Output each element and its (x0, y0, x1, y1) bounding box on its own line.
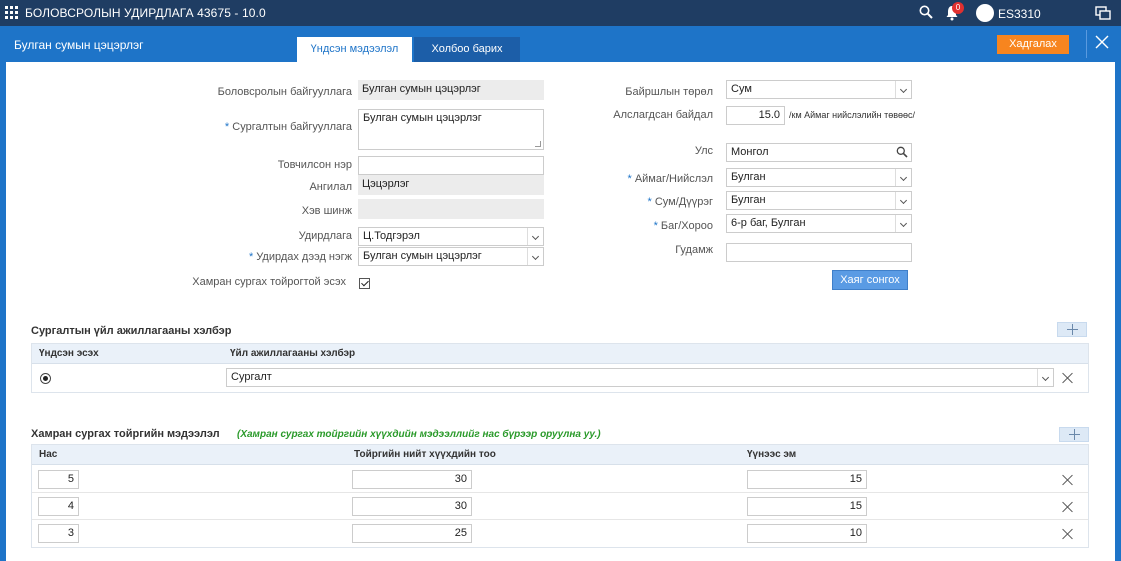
page-header: Булган сумын цэцэрлэг Үндсэн мэдээлэл Хо… (0, 26, 1121, 62)
district-grid: Нас Тойргийн нийт хүүхдийн тоо Үүнээс эм… (31, 444, 1089, 548)
remove-row-icon[interactable] (1062, 372, 1074, 384)
remove-row-icon[interactable] (1062, 501, 1074, 513)
remove-row-icon[interactable] (1062, 474, 1074, 486)
col-total: Тойргийн нийт хүүхдийн тоо (354, 449, 496, 460)
short-name-input[interactable] (358, 156, 544, 175)
top-bar: БОЛОВСРОЛЫН УДИРДЛАГА 43675 - 10.0 0 ES3… (0, 0, 1121, 26)
save-button[interactable]: Хадгалах (997, 35, 1069, 54)
page-title: Булган сумын цэцэрлэг (14, 38, 144, 52)
notification-badge: 0 (952, 2, 964, 14)
chevron-down-icon[interactable] (895, 192, 911, 209)
activity-grid: Үндсэн эсэх Үйл ажиллагааны хэлбэр Сурга… (31, 343, 1089, 393)
khoroo-label: * Баг/Хороо (653, 220, 713, 232)
chevron-down-icon[interactable] (895, 81, 911, 98)
table-row: Сургалт (32, 365, 1088, 392)
resize-handle[interactable] (535, 141, 541, 147)
chevron-down-icon[interactable] (895, 169, 911, 186)
main-radio[interactable] (40, 373, 51, 384)
district-section-title: Хамран сургах тойргийн мэдээлэл (31, 428, 220, 440)
age-input[interactable]: 4 (38, 497, 79, 516)
street-label: Гудамж (675, 244, 713, 256)
col-age: Нас (39, 449, 58, 460)
close-icon[interactable] (1094, 34, 1110, 50)
director-select[interactable]: Ц.Тодгэрэл (358, 227, 544, 246)
country-input[interactable]: Монгол (726, 143, 912, 162)
ownership-field (358, 199, 544, 219)
khoroo-select[interactable]: 6-р баг, Булган (726, 214, 912, 233)
search-icon[interactable] (896, 146, 908, 158)
tab-contact[interactable]: Холбоо барих (414, 37, 520, 62)
female-input[interactable]: 15 (747, 470, 867, 489)
chevron-down-icon[interactable] (527, 248, 543, 265)
grid-header: Үндсэн эсэх Үйл ажиллагааны хэлбэр (32, 344, 1088, 364)
activity-section-title: Сургалтын үйл ажиллагааны хэлбэр (31, 325, 232, 337)
group-label: Хамран сургах тойрогтой эсэх (192, 276, 346, 288)
org-field: Булган сумын цэцэрлэг (358, 80, 544, 100)
chevron-down-icon[interactable] (527, 228, 543, 245)
col-form: Үйл ажиллагааны хэлбэр (230, 348, 356, 359)
parent-unit-label: * Удирдах дээд нэгж (248, 251, 352, 263)
province-select[interactable]: Булган (726, 168, 912, 187)
category-label: Ангилал (309, 181, 352, 193)
table-row: 5 30 15 (32, 466, 1088, 493)
add-district-button[interactable] (1059, 427, 1089, 442)
district-label: * Сум/Дүүрэг (647, 196, 713, 208)
org-label: Боловсролын байгууллага (217, 86, 352, 98)
total-input[interactable]: 30 (352, 470, 472, 489)
choose-address-button[interactable]: Хаяг сонгох (832, 270, 908, 290)
chevron-down-icon[interactable] (895, 215, 911, 232)
parent-unit-select[interactable]: Булган сумын цэцэрлэг (358, 247, 544, 266)
distance-unit: /км Аймаг нийслэлийн төвөөс/ (789, 110, 915, 120)
table-row: 4 30 15 (32, 493, 1088, 520)
school-label: * Сургалтын байгууллага (224, 121, 352, 133)
user-avatar-icon[interactable] (976, 4, 994, 22)
total-input[interactable]: 25 (352, 524, 472, 543)
province-label: * Аймаг/Нийслэл (627, 173, 713, 185)
tab-main-info[interactable]: Үндсэн мэдээлэл (297, 37, 412, 62)
loc-type-label: Байршлын төрөл (625, 86, 713, 98)
activity-form-select[interactable]: Сургалт (226, 368, 1054, 387)
table-row: 3 25 10 (32, 520, 1088, 547)
category-field: Цэцэрлэг (358, 175, 544, 195)
apps-grid-icon[interactable] (5, 6, 19, 20)
age-input[interactable]: 3 (38, 524, 79, 543)
short-name-label: Товчилсон нэр (277, 159, 352, 171)
distance-input[interactable]: 15.0 (726, 106, 785, 125)
street-input[interactable] (726, 243, 912, 262)
female-input[interactable]: 10 (747, 524, 867, 543)
total-input[interactable]: 30 (352, 497, 472, 516)
district-select[interactable]: Булган (726, 191, 912, 210)
loc-type-select[interactable]: Сум (726, 80, 912, 99)
group-checkbox[interactable] (359, 278, 370, 289)
director-label: Удирдлага (298, 230, 352, 242)
header-divider (1086, 30, 1087, 58)
app-title: БОЛОВСРОЛЫН УДИРДЛАГА 43675 - 10.0 (25, 6, 266, 20)
country-label: Улс (694, 145, 713, 157)
form-content: Боловсролын байгууллага Булган сумын цэц… (6, 62, 1115, 561)
grid-header: Нас Тойргийн нийт хүүхдийн тоо Үүнээс эм (32, 445, 1088, 465)
district-note: (Хамран сургах тойргийн хүүхдийн мэдээлл… (237, 429, 601, 440)
user-name[interactable]: ES3310 (998, 7, 1041, 21)
school-field[interactable]: Булган сумын цэцэрлэг (358, 109, 544, 150)
ownership-label: Хэв шинж (301, 205, 352, 217)
messages-icon[interactable] (1095, 5, 1111, 21)
col-female: Үүнээс эм (747, 449, 797, 460)
add-activity-button[interactable] (1057, 322, 1087, 337)
distance-label: Алслагдсан байдал (613, 109, 713, 121)
search-icon[interactable] (919, 5, 933, 19)
col-main: Үндсэн эсэх (39, 348, 99, 359)
female-input[interactable]: 15 (747, 497, 867, 516)
remove-row-icon[interactable] (1062, 528, 1074, 540)
chevron-down-icon[interactable] (1037, 369, 1053, 386)
age-input[interactable]: 5 (38, 470, 79, 489)
